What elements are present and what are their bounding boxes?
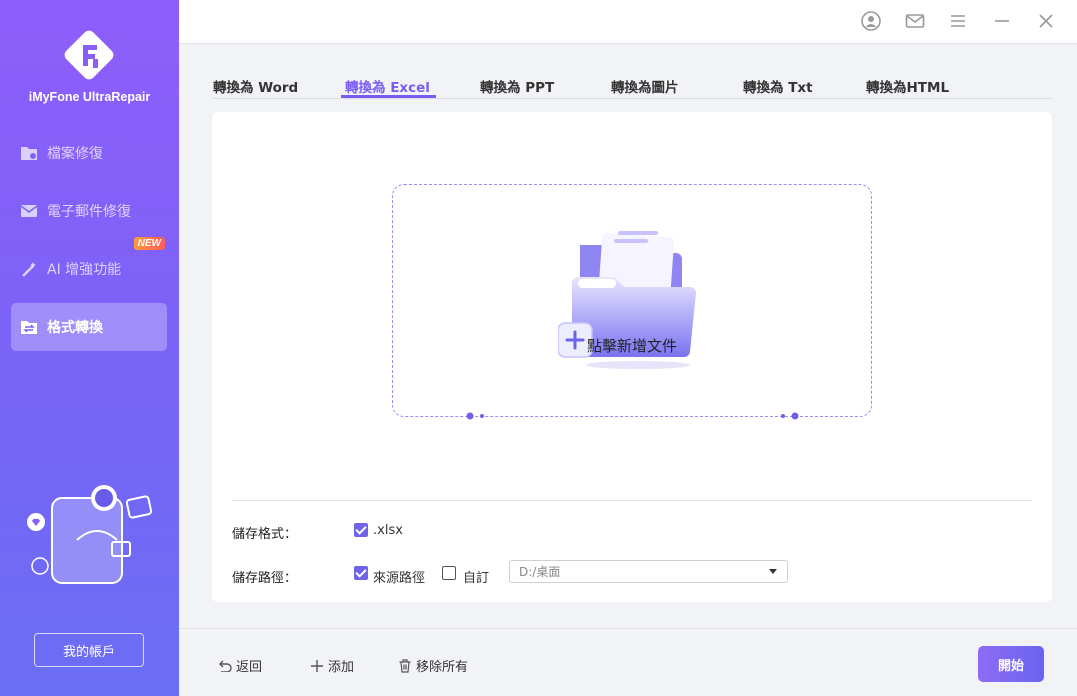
file-repair-icon (19, 143, 39, 163)
tab-ppt[interactable]: 轉換為 PPT (480, 76, 554, 96)
path-select-value: D:/桌面 (519, 565, 561, 579)
sidebar-item-format-convert[interactable]: 格式轉換 (11, 303, 167, 351)
back-button[interactable]: 返回 (217, 656, 262, 675)
tab-html[interactable]: 轉換為HTML (866, 76, 949, 96)
tab-image[interactable]: 轉換為圖片 (611, 76, 679, 96)
sidebar-item-label: 電子郵件修復 (47, 204, 131, 220)
path-select[interactable]: D:/桌面 (509, 560, 788, 583)
sidebar-item-file-repair[interactable]: 檔案修復 (11, 129, 167, 177)
save-format-label: 儲存格式： (232, 527, 298, 542)
xlsx-checkbox[interactable] (354, 523, 368, 537)
back-label: 返回 (236, 660, 263, 675)
dots-decoration (781, 412, 799, 420)
sidebar-item-ai-enhance[interactable]: AI 增強功能 NEW (11, 237, 167, 293)
add-button[interactable]: 添加 (309, 656, 354, 675)
add-label: 添加 (328, 660, 355, 675)
remove-all-button[interactable]: 移除所有 (397, 656, 468, 675)
convert-panel: 點擊新增文件 儲存格式： .xlsx 儲存路徑： 來源路徑 自訂 D:/桌面 (212, 112, 1052, 602)
divider (232, 500, 1032, 501)
custom-path-label: 自訂 (463, 571, 490, 586)
convert-tabs: 轉換為 Word 轉換為 Excel 轉換為 PPT 轉換為圖片 轉換為 Txt… (212, 72, 1053, 99)
sidebar-item-email-repair[interactable]: 電子郵件修復 (11, 187, 167, 235)
active-tab-indicator (341, 95, 436, 98)
tab-excel[interactable]: 轉換為 Excel (345, 76, 430, 96)
illustration (22, 480, 157, 590)
new-badge: NEW (133, 237, 165, 250)
trash-icon (397, 658, 413, 674)
save-path-label: 儲存路徑： (232, 571, 298, 586)
source-path-checkbox[interactable] (354, 566, 368, 580)
close-icon[interactable] (1035, 10, 1057, 32)
undo-icon (217, 658, 233, 674)
ai-magic-icon (19, 259, 39, 279)
mail-icon[interactable] (904, 10, 926, 32)
bottom-bar: 返回 添加 移除所有 開始 (179, 628, 1077, 696)
start-button[interactable]: 開始 (978, 646, 1044, 682)
dropzone-label: 點擊新增文件 (586, 337, 677, 355)
plus-icon (309, 658, 325, 674)
format-convert-icon (19, 317, 39, 337)
sidebar: iMyFone UltraRepair 檔案修復 電子郵件修復 AI 增強功能 … (0, 0, 179, 696)
tab-word[interactable]: 轉換為 Word (213, 76, 298, 96)
my-account-button[interactable]: 我的帳戶 (34, 633, 144, 667)
app-name: iMyFone UltraRepair (28, 90, 151, 104)
sidebar-item-label: AI 增強功能 (47, 262, 122, 278)
xlsx-label: .xlsx (373, 523, 403, 538)
app-logo-icon (60, 26, 118, 84)
user-icon[interactable] (860, 10, 882, 32)
sidebar-item-label: 檔案修復 (47, 146, 103, 162)
dots-decoration (466, 412, 484, 420)
file-dropzone[interactable] (392, 184, 872, 417)
email-repair-icon (19, 201, 39, 221)
custom-path-checkbox[interactable] (442, 566, 456, 580)
menu-icon[interactable] (947, 10, 969, 32)
sidebar-item-label: 格式轉換 (47, 320, 103, 336)
minimize-icon[interactable] (991, 10, 1013, 32)
source-path-label: 來源路徑 (373, 571, 426, 586)
remove-all-label: 移除所有 (416, 660, 469, 675)
title-bar (179, 0, 1077, 44)
tab-txt[interactable]: 轉換為 Txt (743, 76, 813, 96)
chevron-down-icon (769, 569, 777, 574)
